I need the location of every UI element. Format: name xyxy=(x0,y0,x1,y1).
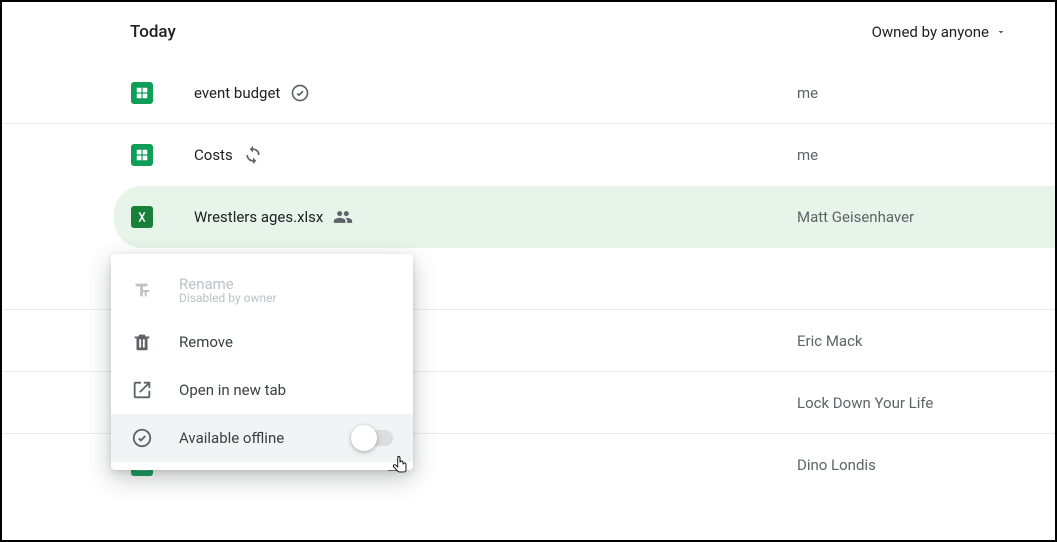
sync-icon xyxy=(243,145,263,165)
file-name: Wrestlers ages.xlsx xyxy=(194,207,353,227)
context-menu: Rename Disabled by owner Remove Open in … xyxy=(111,254,413,470)
file-owner: me xyxy=(797,84,1007,102)
file-owner: me xyxy=(797,146,1007,164)
file-name: event budget xyxy=(194,83,310,103)
file-owner: Eric Mack xyxy=(797,332,1007,350)
menu-open-new-tab[interactable]: Open in new tab xyxy=(111,366,413,414)
section-title: Today xyxy=(130,22,176,42)
offline-ready-icon xyxy=(290,83,310,103)
caret-down-icon xyxy=(995,26,1007,38)
cursor-pointer-icon xyxy=(391,456,409,478)
file-row[interactable]: event budget me xyxy=(2,62,1055,124)
menu-label: Rename Disabled by owner xyxy=(179,275,393,305)
owned-by-dropdown[interactable]: Owned by anyone xyxy=(872,23,1007,41)
file-row-selected[interactable]: Wrestlers ages.xlsx Matt Geisenhaver xyxy=(114,186,1055,248)
menu-label: Remove xyxy=(179,333,393,351)
file-row[interactable]: Costs me xyxy=(2,124,1055,186)
file-owner: Lock Down Your Life xyxy=(797,394,1007,412)
menu-remove[interactable]: Remove xyxy=(111,318,413,366)
offline-icon xyxy=(131,427,153,449)
menu-label: Open in new tab xyxy=(179,381,393,399)
menu-rename: Rename Disabled by owner xyxy=(111,262,413,318)
excel-icon xyxy=(130,205,154,229)
text-icon xyxy=(131,279,153,301)
owned-by-label: Owned by anyone xyxy=(872,23,989,41)
toggle-thumb xyxy=(351,425,377,451)
offline-toggle[interactable] xyxy=(353,430,393,446)
file-name: Costs xyxy=(194,145,263,165)
shared-icon xyxy=(333,207,353,227)
file-owner: Matt Geisenhaver xyxy=(797,208,1007,226)
file-owner: Dino Londis xyxy=(797,456,1007,474)
menu-sublabel: Disabled by owner xyxy=(179,291,393,305)
sheets-icon xyxy=(130,81,154,105)
menu-available-offline[interactable]: Available offline xyxy=(111,414,413,462)
open-external-icon xyxy=(131,379,153,401)
sheets-icon xyxy=(130,143,154,167)
trash-icon xyxy=(131,331,153,353)
menu-label: Available offline xyxy=(179,429,327,447)
